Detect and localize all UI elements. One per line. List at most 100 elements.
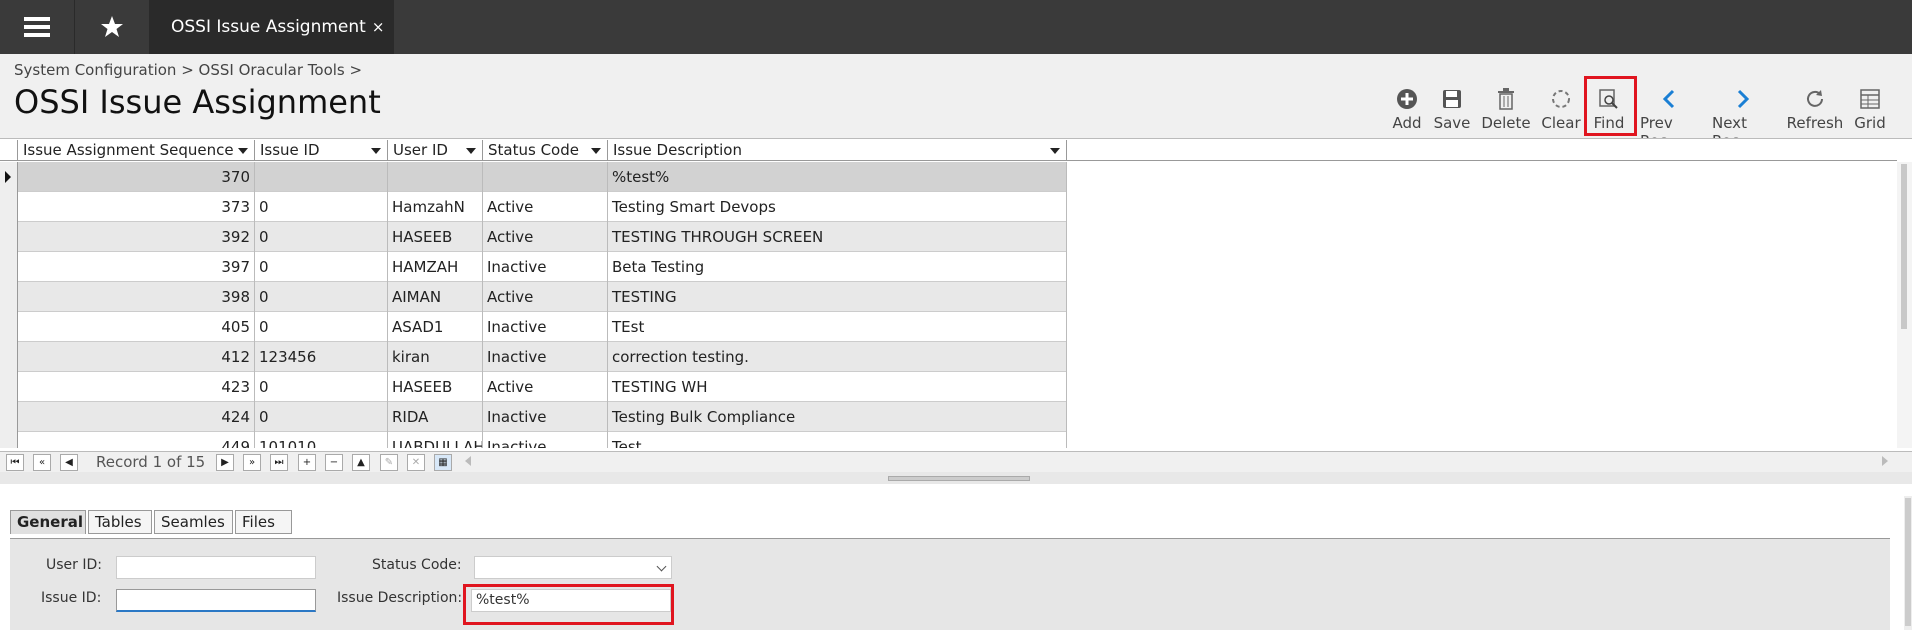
cell-issue-id[interactable]: 0	[255, 252, 388, 282]
cell-user-id[interactable]: ASAD1	[388, 312, 483, 342]
table-row[interactable]: 397 0 HAMZAH Inactive Beta Testing	[0, 252, 1067, 282]
table-row[interactable]: 412 123456 kiran Inactive correction tes…	[0, 342, 1067, 372]
dropdown-arrow-icon[interactable]	[371, 148, 381, 154]
cell-sequence[interactable]: 370	[18, 162, 255, 192]
move-up-icon[interactable]: ▲	[352, 454, 370, 471]
tab-seamles[interactable]: Seamles	[154, 510, 233, 534]
cell-status-code[interactable]: Inactive	[483, 342, 608, 372]
row-selector[interactable]	[0, 192, 18, 222]
table-row[interactable]: 423 0 HASEEB Active TESTING WH	[0, 372, 1067, 402]
table-row[interactable]: 424 0 RIDA Inactive Testing Bulk Complia…	[0, 402, 1067, 432]
filter-icon[interactable]: ▦	[434, 454, 452, 471]
refresh-button[interactable]: Refresh	[1787, 86, 1843, 132]
chevron-down-icon[interactable]	[656, 561, 667, 572]
cell-issue-description[interactable]: TESTING THROUGH SCREEN	[608, 222, 1067, 252]
remove-icon[interactable]: −	[325, 454, 343, 471]
row-selector[interactable]	[0, 432, 18, 448]
cell-user-id[interactable]: UABDULLAH	[388, 432, 483, 448]
cell-issue-description[interactable]: TESTING WH	[608, 372, 1067, 402]
tab-files[interactable]: Files	[235, 510, 292, 534]
cell-issue-description[interactable]: correction testing.	[608, 342, 1067, 372]
cell-issue-id[interactable]: 0	[255, 372, 388, 402]
detail-vertical-scrollbar[interactable]	[1904, 496, 1912, 630]
cell-status-code[interactable]	[483, 162, 608, 192]
cell-issue-description[interactable]: Testing Smart Devops	[608, 192, 1067, 222]
cell-sequence[interactable]: 424	[18, 402, 255, 432]
col-header-sequence[interactable]: Issue Assignment Sequence	[18, 140, 255, 161]
row-selector[interactable]	[0, 342, 18, 372]
panel-splitter[interactable]	[0, 472, 1912, 484]
issue-id-field[interactable]	[116, 589, 316, 612]
col-header-status-code[interactable]: Status Code	[483, 140, 608, 161]
cell-status-code[interactable]: Active	[483, 222, 608, 252]
cell-issue-id[interactable]: 0	[255, 402, 388, 432]
cell-user-id[interactable]: HASEEB	[388, 222, 483, 252]
cell-issue-id[interactable]: 101010	[255, 432, 388, 448]
close-icon[interactable]: ×	[372, 18, 385, 36]
next-record-icon[interactable]: ▶	[216, 454, 234, 471]
append-icon[interactable]: +	[298, 454, 316, 471]
hamburger-menu-icon[interactable]	[0, 0, 75, 54]
last-record-icon[interactable]: ⏭	[270, 454, 288, 471]
delete-button[interactable]: Delete	[1481, 86, 1531, 132]
grid-vertical-scrollbar[interactable]	[1897, 162, 1912, 448]
user-id-field[interactable]	[116, 556, 316, 579]
dropdown-arrow-icon[interactable]	[1050, 148, 1060, 154]
cell-status-code[interactable]: Inactive	[483, 432, 608, 448]
cell-sequence[interactable]: 412	[18, 342, 255, 372]
scroll-left-icon[interactable]	[465, 456, 471, 466]
dropdown-arrow-icon[interactable]	[591, 148, 601, 154]
cancel-edit-icon[interactable]: ✕	[407, 454, 425, 471]
row-selector[interactable]	[0, 372, 18, 402]
cell-status-code[interactable]: Active	[483, 192, 608, 222]
cell-sequence[interactable]: 449	[18, 432, 255, 448]
table-row[interactable]: 373 0 HamzahN Active Testing Smart Devop…	[0, 192, 1067, 222]
table-row[interactable]: 405 0 ASAD1 Inactive TEst	[0, 312, 1067, 342]
row-selector[interactable]	[0, 402, 18, 432]
cell-status-code[interactable]: Active	[483, 282, 608, 312]
cell-status-code[interactable]: Inactive	[483, 252, 608, 282]
cell-user-id[interactable]: HASEEB	[388, 372, 483, 402]
cell-issue-id[interactable]	[255, 162, 388, 192]
col-header-user-id[interactable]: User ID	[388, 140, 483, 161]
star-icon[interactable]	[75, 0, 150, 54]
tab-ossi-issue-assignment[interactable]: OSSI Issue Assignment ×	[150, 0, 394, 54]
cell-issue-description[interactable]: Beta Testing	[608, 252, 1067, 282]
cell-issue-description[interactable]: TESTING	[608, 282, 1067, 312]
cell-issue-id[interactable]: 123456	[255, 342, 388, 372]
table-row[interactable]: 370 %test%	[0, 162, 1067, 192]
cell-user-id[interactable]: RIDA	[388, 402, 483, 432]
tab-general[interactable]: General	[10, 510, 86, 534]
cell-status-code[interactable]: Active	[483, 372, 608, 402]
col-header-issue-description[interactable]: Issue Description	[608, 140, 1067, 161]
cell-issue-id[interactable]: 0	[255, 222, 388, 252]
dropdown-arrow-icon[interactable]	[466, 148, 476, 154]
grid-button[interactable]: Grid	[1854, 86, 1886, 132]
cell-sequence[interactable]: 398	[18, 282, 255, 312]
edit-icon[interactable]: ✎	[380, 454, 398, 471]
scrollbar-thumb[interactable]	[1901, 164, 1907, 329]
cell-user-id[interactable]: HAMZAH	[388, 252, 483, 282]
cell-user-id[interactable]: AIMAN	[388, 282, 483, 312]
cell-user-id[interactable]	[388, 162, 483, 192]
current-row-indicator-icon[interactable]	[0, 162, 18, 192]
cell-status-code[interactable]: Inactive	[483, 402, 608, 432]
cell-issue-description[interactable]: %test%	[608, 162, 1067, 192]
cell-sequence[interactable]: 423	[18, 372, 255, 402]
clear-button[interactable]: Clear	[1541, 86, 1581, 132]
cell-status-code[interactable]: Inactive	[483, 312, 608, 342]
row-selector[interactable]	[0, 282, 18, 312]
next-page-icon[interactable]: »	[243, 454, 261, 471]
cell-sequence[interactable]: 397	[18, 252, 255, 282]
first-record-icon[interactable]: ⏮	[6, 454, 24, 471]
dropdown-arrow-icon[interactable]	[238, 148, 248, 154]
row-selector[interactable]	[0, 252, 18, 282]
tab-tables[interactable]: Tables	[88, 510, 152, 534]
table-row[interactable]: 392 0 HASEEB Active TESTING THROUGH SCRE…	[0, 222, 1067, 252]
table-row[interactable]: 398 0 AIMAN Active TESTING	[0, 282, 1067, 312]
col-header-issue-id[interactable]: Issue ID	[255, 140, 388, 161]
cell-sequence[interactable]: 392	[18, 222, 255, 252]
prev-record-icon[interactable]: ◀	[60, 454, 78, 471]
cell-issue-id[interactable]: 0	[255, 312, 388, 342]
cell-issue-id[interactable]: 0	[255, 282, 388, 312]
